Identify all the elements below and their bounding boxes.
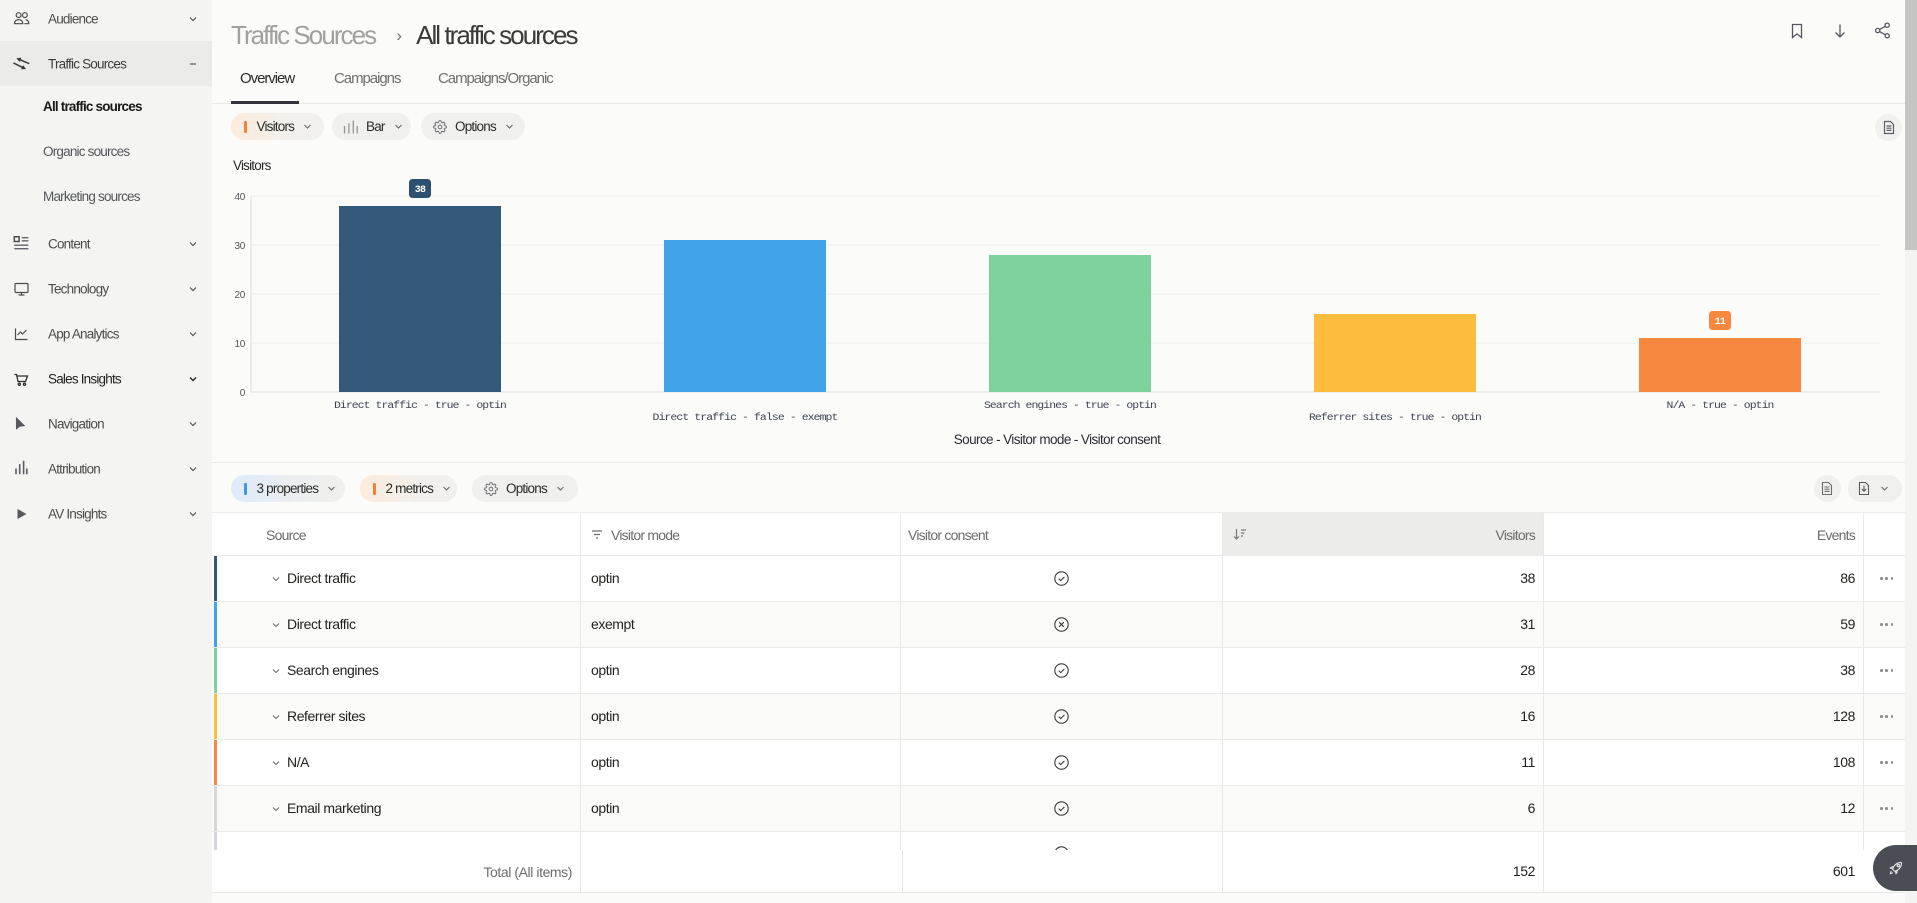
svg-text:40: 40 bbox=[234, 192, 245, 203]
svg-text:Search engines - true - optin: Search engines - true - optin bbox=[984, 400, 1157, 412]
svg-text:N/A - true - optin: N/A - true - optin bbox=[1667, 400, 1775, 412]
svg-text:20: 20 bbox=[234, 290, 245, 301]
svg-text:Referrer sites - true - optin: Referrer sites - true - optin bbox=[1309, 412, 1482, 424]
svg-text:11: 11 bbox=[1715, 317, 1726, 328]
svg-text:0: 0 bbox=[240, 388, 246, 399]
svg-text:Source - Visitor mode - Visito: Source - Visitor mode - Visitor consent bbox=[954, 432, 1161, 447]
svg-text:38: 38 bbox=[415, 185, 426, 196]
svg-text:Direct traffic - true - optin: Direct traffic - true - optin bbox=[334, 400, 507, 412]
svg-text:10: 10 bbox=[234, 339, 245, 350]
svg-text:Direct traffic - false - exemp: Direct traffic - false - exempt bbox=[653, 412, 838, 424]
svg-text:30: 30 bbox=[234, 241, 245, 252]
